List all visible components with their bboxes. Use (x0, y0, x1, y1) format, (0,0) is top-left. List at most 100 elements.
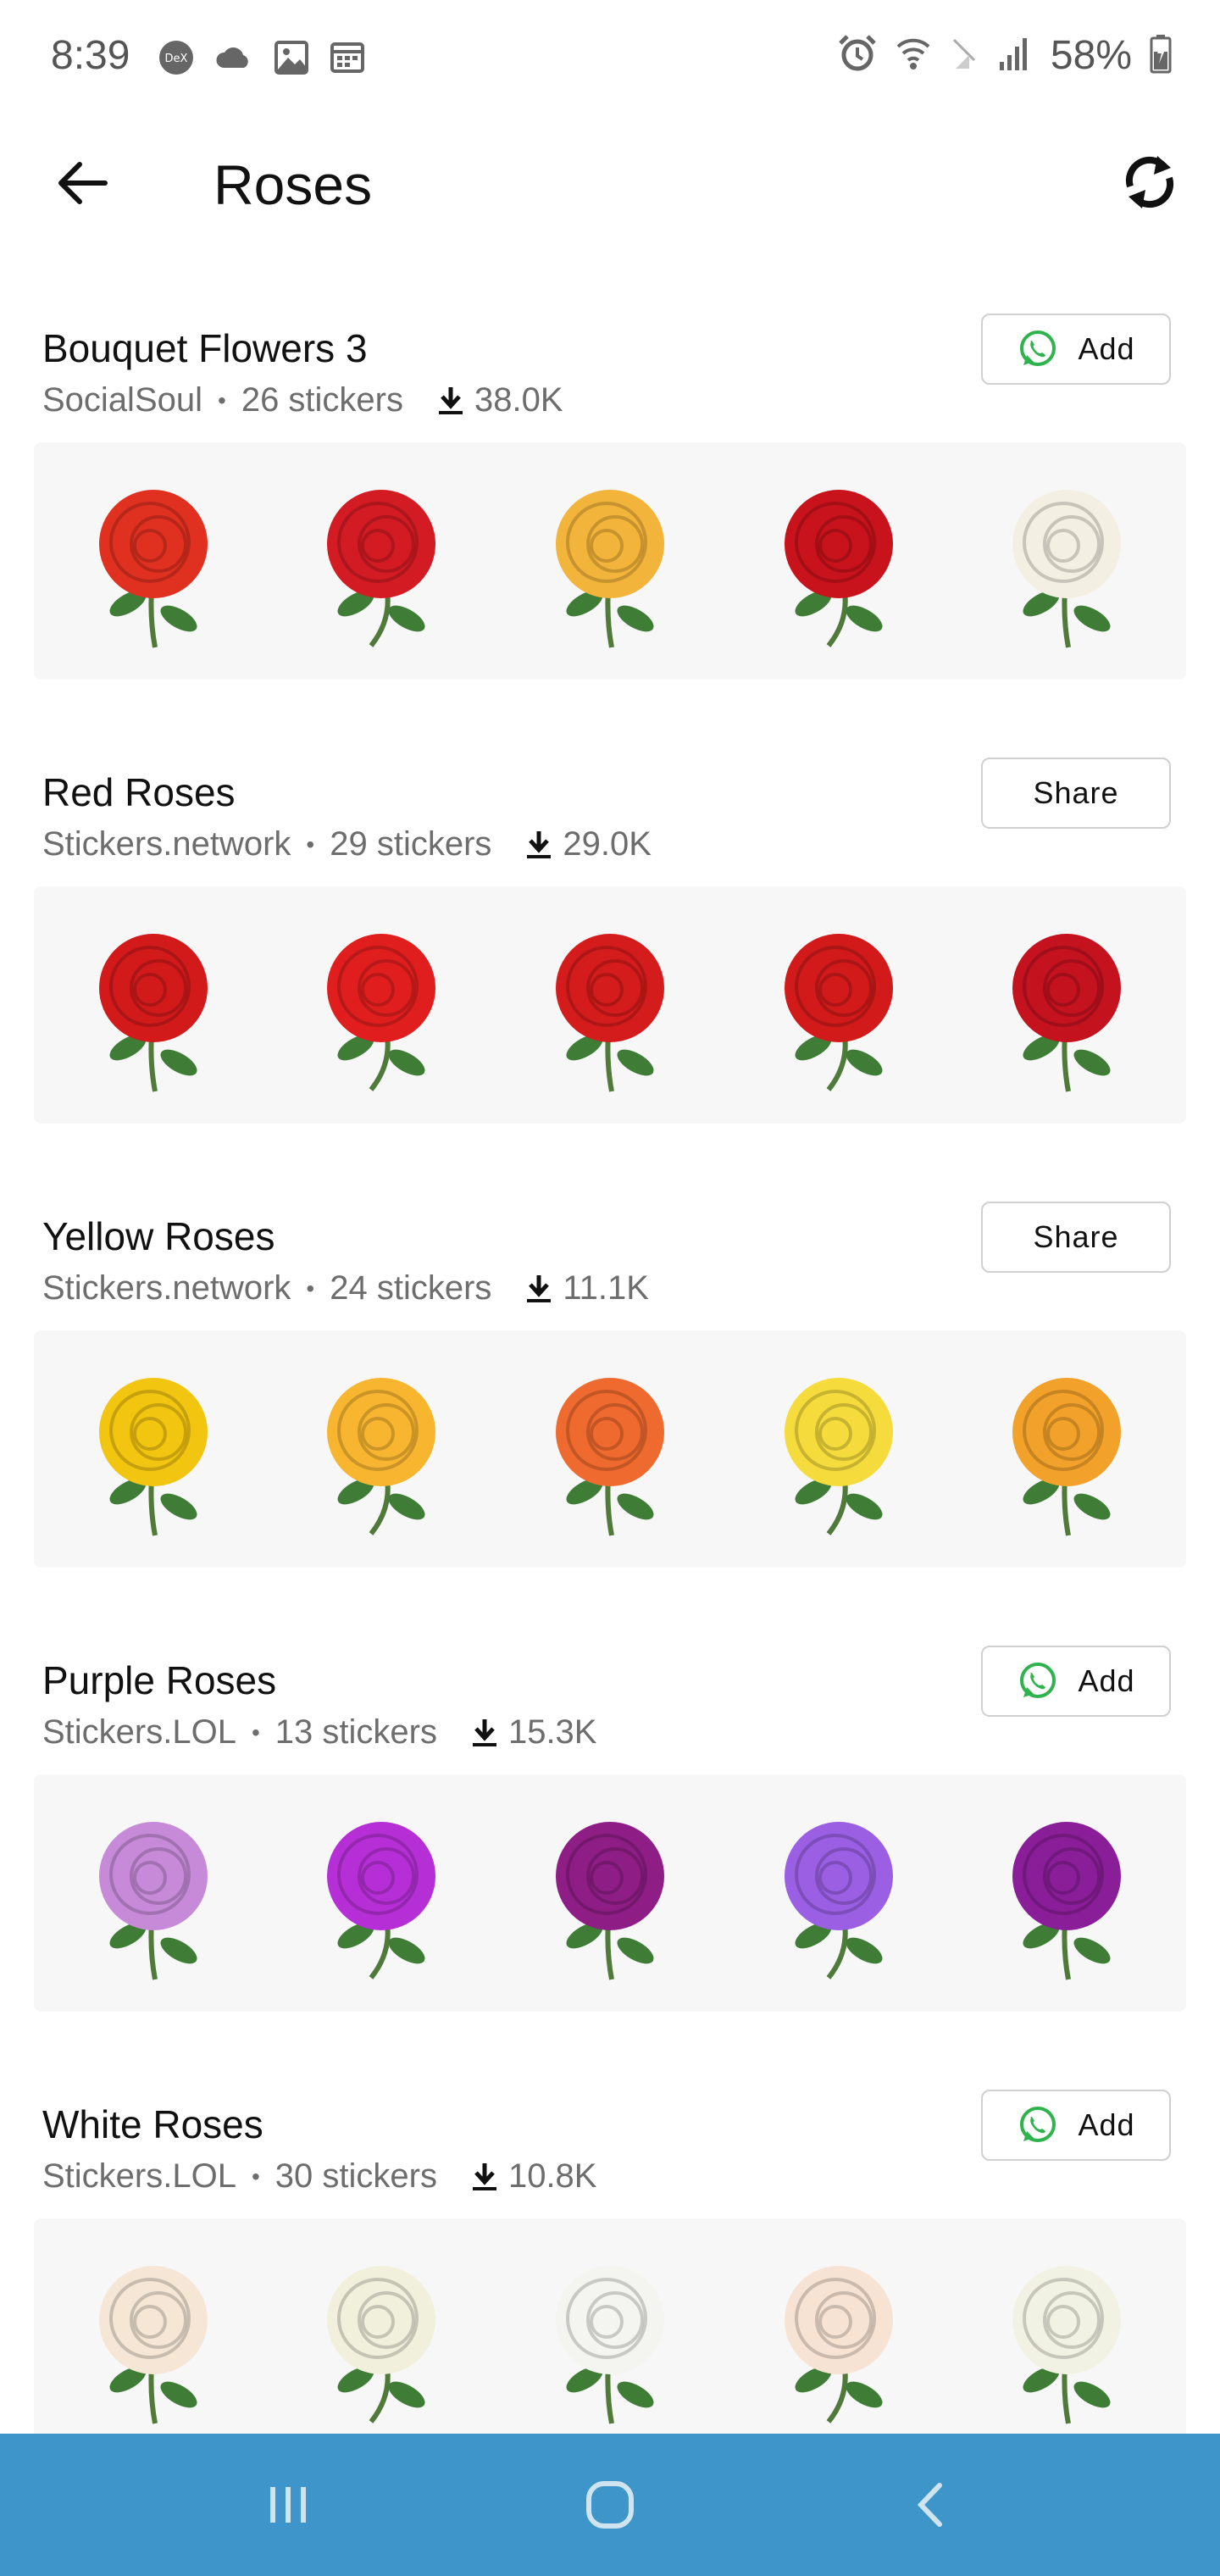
calendar-icon (329, 39, 366, 80)
navigation-bar (0, 2434, 1220, 2576)
meta-separator: • (251, 1718, 260, 1746)
battery-percent: 58% (1050, 33, 1132, 78)
pack-downloads: 15.3K (468, 1713, 596, 1752)
rose-sticker-image (98, 490, 208, 648)
sticker-thumbnail[interactable] (969, 1796, 1164, 1990)
pack-name: White Roses (42, 2102, 263, 2146)
sticker-thumbnail[interactable] (969, 464, 1164, 658)
home-button[interactable] (559, 2454, 661, 2556)
pack-action-label: Add (1078, 1663, 1135, 1698)
pack-name: Yellow Roses (42, 1214, 275, 1258)
sticker-thumbnail[interactable] (56, 464, 251, 658)
pack-action-label: Add (1078, 2107, 1135, 2142)
refresh-button[interactable] (1112, 144, 1188, 220)
rose-sticker-image (1012, 2266, 1122, 2424)
pack-action-label: Share (1033, 775, 1119, 810)
rose-sticker-image (784, 934, 893, 1091)
cloud-icon (214, 41, 254, 79)
recent-apps-button[interactable] (237, 2454, 339, 2556)
dex-icon: DeX (158, 39, 195, 80)
rose-sticker-image (1012, 934, 1122, 1092)
sticker-thumbnail[interactable] (741, 2240, 936, 2434)
rose-sticker-image (327, 934, 436, 1091)
download-icon (527, 830, 552, 858)
back-nav-button[interactable] (881, 2454, 983, 2556)
pack-meta: SocialSoul • 26 stickers 38.0K (42, 381, 563, 419)
rose-sticker-image (784, 1822, 893, 1979)
sticker-pack-2[interactable]: Red Roses Stickers.network • 29 stickers… (0, 758, 1220, 1213)
sticker-thumbnail[interactable] (969, 908, 1164, 1102)
sticker-thumbnail[interactable] (741, 1796, 936, 1990)
share-button[interactable]: Share (981, 758, 1171, 829)
pack-action-label: Add (1078, 331, 1135, 366)
sticker-thumbnail[interactable] (56, 2240, 251, 2434)
rose-sticker-image (555, 934, 664, 1092)
sticker-thumbnail[interactable] (513, 2240, 707, 2434)
rose-sticker-image (1012, 1822, 1122, 1980)
pack-download-count: 38.0K (474, 381, 563, 419)
sticker-preview-strip[interactable] (34, 886, 1186, 1124)
pack-meta: Stickers.LOL • 13 stickers 15.3K (42, 1713, 596, 1752)
pack-publisher: Stickers.LOL (42, 1713, 236, 1751)
status-left-icons: DeX (158, 39, 366, 80)
sticker-thumbnail[interactable] (513, 464, 707, 658)
add-button[interactable]: Add (981, 1646, 1171, 1717)
home-icon (586, 2481, 634, 2529)
back-button[interactable] (49, 149, 117, 217)
sticker-pack-3[interactable]: Yellow Roses Stickers.network • 24 stick… (0, 1202, 1220, 1657)
pack-publisher: Stickers.network (42, 825, 291, 863)
pack-meta: Stickers.network • 24 stickers 11.1K (42, 1269, 649, 1307)
rose-sticker-image (98, 1378, 208, 1536)
download-icon (527, 1274, 552, 1302)
sticker-preview-strip[interactable] (34, 1774, 1186, 2012)
download-icon (472, 2162, 496, 2190)
add-button[interactable]: Add (981, 314, 1171, 385)
rose-sticker-image (1012, 490, 1122, 648)
sticker-preview-strip[interactable] (34, 442, 1186, 680)
sticker-preview-strip[interactable] (34, 1330, 1186, 1568)
sticker-thumbnail[interactable] (284, 908, 479, 1102)
share-button[interactable]: Share (981, 1202, 1171, 1273)
sticker-thumbnail[interactable] (513, 1352, 707, 1546)
rose-sticker-image (327, 490, 436, 647)
pack-downloads: 38.0K (434, 381, 563, 419)
rose-sticker-image (555, 1378, 664, 1536)
rose-sticker-image (327, 2266, 436, 2423)
pack-download-count: 29.0K (563, 825, 652, 863)
sticker-thumbnail[interactable] (56, 1796, 251, 1990)
back-nav-icon (917, 2483, 942, 2527)
download-icon (439, 386, 463, 414)
sticker-pack-1[interactable]: Bouquet Flowers 3 SocialSoul • 26 sticke… (0, 314, 1220, 769)
sticker-thumbnail[interactable] (741, 908, 936, 1102)
pack-downloads: 10.8K (468, 2157, 596, 2196)
refresh-icon (1125, 156, 1174, 208)
sticker-pack-4[interactable]: Purple Roses Stickers.LOL • 13 stickers … (0, 1646, 1220, 2101)
pack-name: Purple Roses (42, 1658, 277, 1702)
add-button[interactable]: Add (981, 2090, 1171, 2161)
pack-sticker-count: 29 stickers (330, 825, 492, 863)
sticker-thumbnail[interactable] (56, 908, 251, 1102)
sticker-thumbnail[interactable] (284, 2240, 479, 2434)
pack-downloads: 29.0K (522, 825, 652, 863)
sticker-thumbnail[interactable] (513, 1796, 707, 1990)
no-signal-icon (949, 35, 979, 76)
sticker-thumbnail[interactable] (741, 464, 936, 658)
pack-sticker-count: 24 stickers (330, 1269, 492, 1307)
rose-sticker-image (555, 2266, 664, 2424)
rose-sticker-image (98, 934, 208, 1092)
sticker-thumbnail[interactable] (284, 1796, 479, 1990)
meta-separator: • (218, 386, 226, 414)
pack-name: Red Roses (42, 770, 236, 814)
rose-sticker-image (555, 490, 664, 648)
meta-separator: • (251, 2162, 260, 2190)
sticker-thumbnail[interactable] (741, 1352, 936, 1546)
sticker-thumbnail[interactable] (284, 464, 479, 658)
sticker-thumbnail[interactable] (56, 1352, 251, 1546)
whatsapp-icon (1020, 330, 1056, 366)
battery-icon (1149, 33, 1173, 78)
sticker-thumbnail[interactable] (969, 2240, 1164, 2434)
sticker-thumbnail[interactable] (513, 908, 707, 1102)
sticker-thumbnail[interactable] (969, 1352, 1164, 1546)
sticker-thumbnail[interactable] (284, 1352, 479, 1546)
sticker-preview-strip[interactable] (34, 2218, 1186, 2456)
